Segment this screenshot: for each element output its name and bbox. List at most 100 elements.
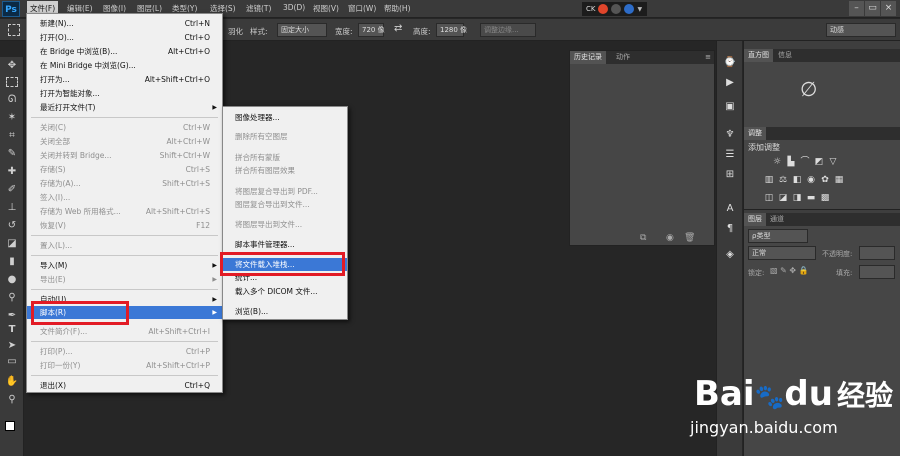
opacity-input[interactable]	[859, 246, 895, 260]
submenu-item-script-events[interactable]: 脚本事件管理器...	[223, 238, 347, 251]
submenu-item-export-layers[interactable]: 将图层导出到文件...	[223, 218, 347, 231]
vibrance-icon[interactable]: ▽	[828, 157, 838, 167]
history-icon[interactable]: ⌚	[722, 55, 738, 71]
selective-color-icon[interactable]: ▩	[820, 193, 830, 203]
lasso-tool-icon[interactable]: ᘏ	[4, 93, 20, 107]
tab-channels[interactable]: 通道	[766, 213, 788, 226]
blend-mode-select[interactable]: 正常	[748, 246, 816, 260]
curves-icon[interactable]: ⌒	[800, 157, 810, 167]
menu-item-recent-files[interactable]: 最近打开文件(T) ▶	[27, 101, 222, 114]
menu-item-print[interactable]: 打印(P)... Ctrl+P	[27, 345, 222, 358]
height-input[interactable]: 1280 像	[436, 23, 467, 37]
menu-window[interactable]: 窗口(W)	[348, 3, 376, 14]
dodge-tool-icon[interactable]: ⚲	[4, 291, 20, 305]
chevron-down-icon[interactable]: ▼	[637, 6, 642, 13]
trash-icon[interactable]: 🗑	[684, 233, 695, 243]
3d-cube-icon[interactable]: ◈	[722, 247, 738, 263]
menu-item-open-smart-object[interactable]: 打开为智能对象...	[27, 87, 222, 100]
menu-item-place[interactable]: 置入(L)...	[27, 239, 222, 252]
invert-icon[interactable]: ◫	[764, 193, 774, 203]
sliders-icon[interactable]: ☰	[722, 147, 738, 163]
threshold-icon[interactable]: ◨	[792, 193, 802, 203]
submenu-item-image-processor[interactable]: 图像处理器...	[223, 111, 347, 124]
maximize-button[interactable]: ▭	[865, 1, 880, 16]
close-button[interactable]: ×	[881, 1, 896, 16]
settings-icon[interactable]	[611, 4, 622, 14]
menu-item-save-as[interactable]: 存储为(A)... Shift+Ctrl+S	[27, 177, 222, 190]
eyedropper-icon[interactable]: ✎	[4, 147, 20, 161]
foreground-color-swatch[interactable]	[5, 421, 15, 431]
black-white-icon[interactable]: ◧	[792, 175, 802, 185]
new-snapshot-icon[interactable]: ⧉	[640, 233, 646, 243]
swap-icon[interactable]: ⇄	[394, 23, 402, 34]
minimize-button[interactable]: –	[849, 1, 864, 16]
channel-mixer-icon[interactable]: ✿	[820, 175, 830, 185]
camera-raw-icon[interactable]: ▣	[722, 99, 738, 115]
submenu-item-layer-comps-files[interactable]: 图层复合导出到文件...	[223, 198, 347, 211]
magic-wand-icon[interactable]: ✶	[4, 111, 20, 125]
brush-presets-icon[interactable]: ♆	[722, 127, 738, 143]
tab-info[interactable]: 信息	[774, 49, 796, 62]
menu-item-save[interactable]: 存储(S) Ctrl+S	[27, 163, 222, 176]
type-tool-icon[interactable]: T	[4, 323, 20, 337]
submenu-item-flatten-masks[interactable]: 拼合所有蒙版	[223, 151, 347, 164]
gradient-map-icon[interactable]: ▬	[806, 193, 816, 203]
submenu-item-flatten-effects[interactable]: 拼合所有图层效果	[223, 164, 347, 177]
exposure-icon[interactable]: ◩	[814, 157, 824, 167]
menu-filter[interactable]: 滤镜(T)	[246, 3, 271, 14]
submenu-item-delete-empty-layers[interactable]: 删除所有空图层	[223, 130, 347, 143]
color-balance-icon[interactable]: ⚖	[778, 175, 788, 185]
workspace-select[interactable]: 动感	[826, 23, 896, 37]
menu-item-exit[interactable]: 退出(X) Ctrl+Q	[27, 379, 222, 392]
menu-view[interactable]: 视图(V)	[313, 3, 339, 14]
gradient-tool-icon[interactable]: ▮	[4, 255, 20, 269]
levels-icon[interactable]: ▙	[786, 157, 796, 167]
brush-tool-icon[interactable]: ✐	[4, 183, 20, 197]
camera-icon[interactable]: ◉	[666, 233, 674, 243]
tab-actions[interactable]: 动作	[612, 51, 634, 64]
marquee-tool-icon[interactable]	[8, 24, 20, 36]
layer-kind-filter[interactable]: ρ类型	[748, 229, 808, 243]
path-select-icon[interactable]: ➤	[4, 339, 20, 353]
refine-edge-button[interactable]: 调整边缘...	[480, 23, 536, 37]
menu-item-close-all[interactable]: 关闭全部 Alt+Ctrl+W	[27, 135, 222, 148]
width-input[interactable]: 720 像	[358, 23, 385, 37]
brightness-icon[interactable]: ☼	[772, 157, 782, 167]
pen-tool-icon[interactable]: ✒	[4, 309, 20, 323]
blur-tool-icon[interactable]: ●	[4, 273, 20, 287]
panel-menu-icon[interactable]: ≡	[705, 53, 711, 61]
healing-brush-icon[interactable]: ✚	[4, 165, 20, 179]
shape-tool-icon[interactable]: ▭	[4, 355, 20, 369]
menu-item-revert[interactable]: 恢复(V) F12	[27, 219, 222, 232]
move-tool-icon[interactable]: ✥	[4, 59, 20, 73]
history-brush-icon[interactable]: ↺	[4, 219, 20, 233]
tab-adjustments[interactable]: 调整	[744, 127, 766, 140]
help-icon[interactable]	[624, 4, 635, 14]
menu-item-close[interactable]: 关闭(C) Ctrl+W	[27, 121, 222, 134]
menu-item-print-one-copy[interactable]: 打印一份(Y) Alt+Shift+Ctrl+P	[27, 359, 222, 372]
hue-saturation-icon[interactable]: ▥	[764, 175, 774, 185]
menu-item-open[interactable]: 打开(O)... Ctrl+O	[27, 31, 222, 44]
clone-source-icon[interactable]: ⊞	[722, 167, 738, 183]
menu-item-open-as[interactable]: 打开为... Alt+Shift+Ctrl+O	[27, 73, 222, 86]
crop-tool-icon[interactable]: ⌗	[4, 129, 20, 143]
menu-3d[interactable]: 3D(D)	[283, 3, 305, 12]
zoom-tool-icon[interactable]: ⚲	[4, 393, 20, 407]
menu-item-new[interactable]: 新建(N)... Ctrl+N	[27, 17, 222, 30]
color-lookup-icon[interactable]: ▦	[834, 175, 844, 185]
marquee-tool-icon[interactable]	[6, 77, 18, 87]
menu-item-browse-bridge[interactable]: 在 Bridge 中浏览(B)... Alt+Ctrl+O	[27, 45, 222, 58]
lock-icons[interactable]: ▧ ✎ ✥ 🔒	[770, 266, 809, 275]
tab-history[interactable]: 历史记录	[570, 51, 606, 64]
menu-item-file-info[interactable]: 文件简介(F)... Alt+Shift+Ctrl+I	[27, 325, 222, 338]
tab-layers[interactable]: 图层	[744, 213, 766, 226]
menu-item-check-in[interactable]: 签入(I)...	[27, 191, 222, 204]
menu-item-save-for-web[interactable]: 存储为 Web 所用格式... Alt+Shift+Ctrl+S	[27, 205, 222, 218]
tab-histogram[interactable]: 直方图	[744, 49, 773, 62]
character-icon[interactable]: A	[722, 201, 738, 217]
menu-item-import[interactable]: 导入(M) ▶	[27, 259, 222, 272]
play-icon[interactable]: ▶	[722, 75, 738, 91]
sogou-icon[interactable]	[598, 4, 609, 14]
menu-item-close-to-bridge[interactable]: 关闭并转到 Bridge... Shift+Ctrl+W	[27, 149, 222, 162]
submenu-item-layer-comps-pdf[interactable]: 将图层复合导出到 PDF...	[223, 185, 347, 198]
